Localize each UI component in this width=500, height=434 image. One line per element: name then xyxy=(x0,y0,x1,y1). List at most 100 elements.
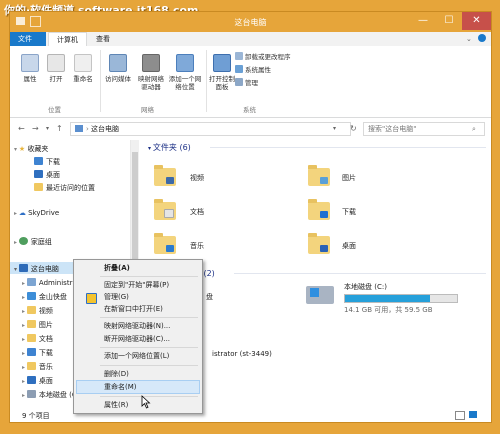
nav-item-music[interactable]: ▸ 音乐 xyxy=(22,362,53,372)
section-divider xyxy=(234,273,486,274)
menu-highlight xyxy=(76,380,200,394)
ribbon-tabs: 文件 计算机 查看 ⌄ xyxy=(10,32,491,46)
folders-header[interactable]: ▾ 文件夹 (6) xyxy=(148,142,191,153)
item-count: 9 个项目 xyxy=(22,412,50,420)
menu-item-add-network-location[interactable]: 添加一个网络位置(L) xyxy=(104,350,169,362)
control-panel-icon xyxy=(213,54,231,72)
nav-item-downloads[interactable]: 下载 xyxy=(34,157,60,167)
search-input[interactable]: 搜索"这台电脑" xyxy=(363,122,485,136)
folder-label: 音乐 xyxy=(190,242,204,250)
tab-computer[interactable]: 计算机 xyxy=(48,32,87,46)
kuaipan-icon xyxy=(26,292,36,300)
close-button[interactable]: ✕ xyxy=(462,12,491,30)
windows-drive-icon xyxy=(306,286,334,304)
nav-item-kuaipan[interactable]: ▸ 金山快盘 xyxy=(22,292,67,302)
shield-icon xyxy=(86,293,97,304)
up-icon[interactable]: ↑ xyxy=(56,124,63,133)
drive-usage-fill xyxy=(345,295,431,302)
network-drive-icon xyxy=(142,54,160,72)
folder-label: 桌面 xyxy=(342,242,356,250)
uninstall-programs-button[interactable]: 卸载或更改程序 xyxy=(235,52,291,63)
menu-item-properties[interactable]: 属性(R) xyxy=(104,399,128,411)
open-button[interactable]: 打开 xyxy=(43,54,69,83)
nav-this-pc[interactable]: ▾ 这台电脑 xyxy=(14,264,59,274)
forward-icon[interactable]: → xyxy=(32,124,39,133)
nav-item-videos[interactable]: ▸ 视频 xyxy=(22,306,53,316)
network-location-icon xyxy=(176,54,194,72)
title-bar: 这台电脑 — ☐ ✕ xyxy=(10,12,491,32)
minimize-button[interactable]: — xyxy=(410,12,436,30)
nav-item-downloads-pc[interactable]: ▸ 下载 xyxy=(22,348,53,358)
download-icon xyxy=(26,348,36,356)
download-icon xyxy=(34,157,43,165)
ribbon: 属性 打开 重命名 位置 访问媒体 映射网络驱动器 添加一个网络位置 网络 打开… xyxy=(10,46,491,118)
cloud-icon: ☁ xyxy=(18,209,26,217)
maximize-button[interactable]: ☐ xyxy=(436,12,462,30)
music-folder-icon xyxy=(154,233,176,254)
menu-separator xyxy=(100,276,198,277)
open-icon xyxy=(47,54,65,72)
tiles-view-icon[interactable] xyxy=(469,411,477,418)
refresh-icon[interactable]: ↻ xyxy=(350,124,357,133)
computer-icon xyxy=(75,125,83,132)
ribbon-separator xyxy=(100,50,101,112)
menu-item-collapse[interactable]: 折叠(A) xyxy=(104,262,130,274)
system-properties-button[interactable]: 系统属性 xyxy=(235,65,271,76)
add-network-location-button[interactable]: 添加一个网络位置 xyxy=(168,54,202,91)
desktop-icon xyxy=(26,376,36,384)
manage-icon xyxy=(235,78,243,86)
partial-device-label: 盘 xyxy=(206,293,213,301)
network-item-partial: istrator (st-3449) xyxy=(212,350,272,358)
nav-favorites[interactable]: ▾ ★ 收藏夹 xyxy=(14,144,48,154)
nav-homegroup[interactable]: ▸ 家庭组 xyxy=(14,237,52,247)
map-network-drive-button[interactable]: 映射网络驱动器 xyxy=(136,54,166,91)
star-icon: ★ xyxy=(18,145,26,153)
documents-folder-icon xyxy=(154,199,176,220)
menu-item-rename[interactable]: 重命名(M) xyxy=(104,381,137,393)
search-icon[interactable]: ⌕ xyxy=(472,125,476,134)
menu-item-disconnect-drive[interactable]: 断开网络驱动器(C)... xyxy=(104,333,170,345)
open-control-panel-button[interactable]: 打开控制面板 xyxy=(208,54,236,91)
tab-file[interactable]: 文件 xyxy=(10,32,46,46)
user-folder-icon xyxy=(26,278,36,286)
rename-button[interactable]: 重命名 xyxy=(69,54,97,83)
nav-skydrive[interactable]: ▸ ☁ SkyDrive xyxy=(14,209,59,217)
tab-view[interactable]: 查看 xyxy=(88,32,118,46)
nav-scrollbar-thumb[interactable] xyxy=(132,152,138,262)
access-media-button[interactable]: 访问媒体 xyxy=(102,54,134,83)
menu-item-map-drive[interactable]: 映射网络驱动器(N)... xyxy=(104,320,170,332)
address-field[interactable]: › 这台电脑 xyxy=(70,122,351,136)
nav-item-administrator[interactable]: ▸ Administra xyxy=(22,278,77,287)
help-icon[interactable] xyxy=(478,34,486,42)
system-icon xyxy=(235,65,243,73)
menu-separator xyxy=(100,347,198,348)
menu-item-delete[interactable]: 删除(D) xyxy=(104,368,129,380)
menu-item-open-new-window[interactable]: 在新窗口中打开(E) xyxy=(104,303,163,315)
details-view-icon[interactable] xyxy=(455,411,465,420)
nav-item-desktop-pc[interactable]: ▸ 桌面 xyxy=(22,376,53,386)
manage-button[interactable]: 管理 xyxy=(235,78,258,89)
menu-separator xyxy=(100,365,198,366)
menu-item-pin-to-start[interactable]: 固定到"开始"屏幕(P) xyxy=(104,279,169,291)
group-label-system: 系统 xyxy=(243,106,256,114)
drive-local-disk-c[interactable]: 本地磁盘 (C:) 14.1 GB 可用，共 59.5 GB xyxy=(304,280,490,316)
properties-button[interactable]: 属性 xyxy=(17,54,43,83)
nav-item-desktop[interactable]: 桌面 xyxy=(34,170,60,180)
history-chevron-icon[interactable]: ▾ xyxy=(46,125,49,132)
nav-item-documents[interactable]: ▸ 文档 xyxy=(22,334,53,344)
back-icon[interactable]: ← xyxy=(18,124,25,133)
folder-label: 文档 xyxy=(190,208,204,216)
menu-item-manage[interactable]: 管理(G) xyxy=(104,291,129,303)
breadcrumb: 这台电脑 xyxy=(91,125,120,133)
chevron-down-icon[interactable]: ⌄ xyxy=(466,35,472,43)
address-dropdown-icon[interactable]: ▾ xyxy=(333,125,336,132)
properties-icon xyxy=(21,54,39,72)
nav-item-pictures[interactable]: ▸ 图片 xyxy=(22,320,53,330)
drive-space-text: 14.1 GB 可用，共 59.5 GB xyxy=(344,306,433,314)
downloads-folder-icon xyxy=(308,199,330,220)
nav-item-local-disk[interactable]: ▸ 本地磁盘 (C xyxy=(22,390,77,400)
section-divider xyxy=(210,147,486,148)
group-label-network: 网络 xyxy=(141,106,154,114)
nav-item-recent[interactable]: 最近访问的位置 xyxy=(34,183,95,193)
folder-label: 视频 xyxy=(190,174,204,182)
